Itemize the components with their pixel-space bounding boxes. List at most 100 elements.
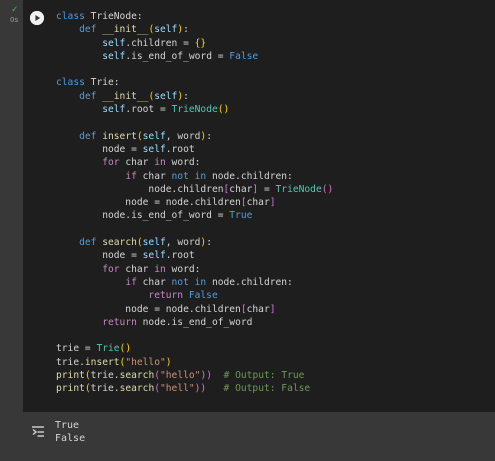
code-token: for — [102, 157, 120, 169]
code-token: .is_end_of_word = — [125, 50, 230, 62]
code-token: : — [183, 90, 189, 102]
code-line: def insert(self, word): — [56, 130, 333, 143]
code-token: self — [102, 50, 126, 62]
code-token: node.is_end_of_word = — [56, 210, 230, 222]
code-token: TrieNode — [275, 183, 322, 195]
code-token: TrieNode — [171, 104, 218, 116]
code-token: .root — [165, 143, 195, 155]
code-token: node = node.children — [56, 197, 241, 209]
code-token: not in — [171, 276, 207, 288]
code-token: char — [229, 183, 253, 195]
code-token: : — [206, 237, 212, 249]
code-token: search — [102, 237, 137, 249]
code-line: if char not in node.children: — [56, 276, 333, 289]
code-token: node.children: — [206, 170, 293, 182]
code-token: = — [258, 183, 276, 195]
code-token: class — [56, 11, 85, 22]
code-token: "hello" — [125, 356, 166, 368]
code-token: Trie: — [84, 77, 120, 89]
code-token: def — [79, 237, 97, 249]
code-token: char — [136, 276, 172, 288]
code-token: for — [102, 263, 120, 275]
output-toggle-icon[interactable] — [31, 422, 45, 437]
code-line: def __init__(self): — [56, 90, 333, 103]
code-token: ] — [269, 197, 276, 209]
code-token: return — [102, 316, 137, 328]
code-token: TrieNode: — [84, 11, 143, 22]
code-line: for char in word: — [56, 263, 333, 276]
output-text: True False — [55, 420, 85, 445]
code-token: char — [136, 170, 172, 182]
code-token: () — [217, 104, 230, 116]
code-token: def — [79, 24, 97, 36]
cell-output: True False — [0, 412, 495, 461]
code-token: self — [154, 90, 178, 102]
code-token: char — [119, 263, 155, 275]
code-token: print — [56, 383, 85, 395]
code-token: Trie — [96, 343, 120, 355]
code-token: self — [102, 37, 126, 49]
code-token: True — [229, 210, 253, 222]
code-line: self.root = TrieNode() — [56, 103, 333, 116]
code-token: ] — [269, 303, 276, 315]
code-line: self.children = {} — [56, 37, 333, 50]
code-line: node = node.children[char] — [56, 196, 333, 209]
code-token: "hell" — [160, 383, 195, 395]
code-token: : — [183, 24, 189, 36]
code-token: () — [119, 343, 132, 355]
code-token: : — [206, 130, 212, 142]
code-token: self — [142, 130, 166, 142]
code-token: node.children — [56, 183, 224, 195]
execution-time: 0s — [10, 16, 19, 24]
code-token: insert — [102, 130, 137, 142]
play-icon — [30, 11, 44, 25]
code-line: for char in word: — [56, 156, 333, 169]
code-token: in — [154, 157, 166, 169]
code-token: {} — [194, 37, 207, 49]
code-token: () — [321, 183, 334, 195]
code-token: self — [142, 250, 166, 262]
code-line: def __init__(self): — [56, 23, 333, 36]
code-token: self — [142, 237, 166, 249]
code-token: return — [148, 290, 184, 302]
code-line: node.children[char] = TrieNode() — [56, 183, 333, 196]
code-token: ) — [165, 356, 172, 368]
code-token: False — [188, 290, 218, 302]
code-token: word: — [165, 157, 201, 169]
code-token: # Output: True — [223, 370, 305, 382]
code-token: # Output: False — [223, 383, 311, 395]
code-token: node.children: — [206, 276, 293, 288]
code-block[interactable]: class TrieNode: def __init__(self): self… — [56, 10, 333, 396]
code-token: .children = — [125, 37, 195, 49]
code-line: trie.insert("hello") — [56, 356, 333, 369]
code-line: def search(self, word): — [56, 236, 333, 249]
code-token: __init__ — [102, 90, 149, 102]
code-token: if — [125, 170, 137, 182]
run-cell-button[interactable] — [30, 11, 44, 25]
code-cell: ✓ 0s class TrieNode: def __init__(self):… — [0, 0, 495, 412]
code-editor[interactable]: class TrieNode: def __init__(self): self… — [23, 0, 495, 412]
output-line: False — [55, 432, 86, 444]
code-token: self — [154, 24, 178, 36]
code-line: node = self.root — [56, 249, 333, 262]
code-line: class TrieNode: — [56, 10, 333, 23]
code-line: print(trie.search("hell")) # Output: Fal… — [56, 382, 333, 395]
code-token: char — [119, 157, 155, 169]
code-line: node.is_end_of_word = True — [56, 209, 333, 222]
code-token: trie. — [56, 356, 85, 368]
